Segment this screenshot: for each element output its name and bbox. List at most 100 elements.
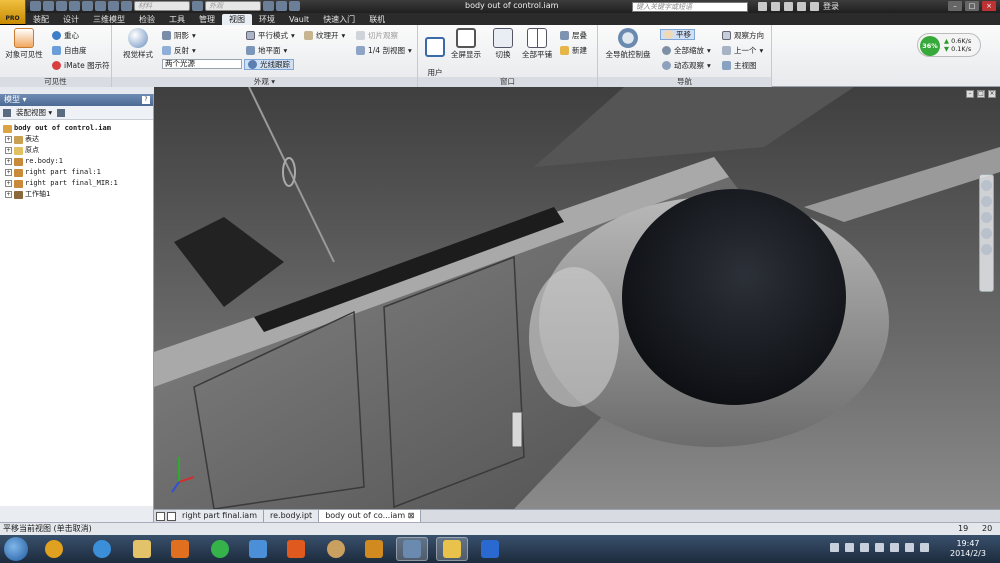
lighting-style-select[interactable]: 两个光源: [162, 59, 242, 69]
volume-icon[interactable]: [905, 543, 914, 552]
tab-online[interactable]: 联机: [362, 14, 392, 25]
taskbar-app[interactable]: [126, 537, 158, 561]
network-speed-widget[interactable]: 36% ▲ 0.6K/s ▼ 0.1K/s: [917, 33, 981, 57]
filter-icon[interactable]: [3, 108, 11, 117]
open-icon[interactable]: [43, 1, 54, 11]
network-icon[interactable]: [860, 543, 869, 552]
appearance-combo[interactable]: 外观: [205, 1, 261, 11]
viewport-close-button[interactable]: ×: [988, 90, 996, 98]
previous-view-button[interactable]: 上一个 ▾: [722, 45, 763, 56]
select-icon[interactable]: [95, 1, 106, 11]
expand-icon[interactable]: +: [5, 169, 12, 176]
expand-icon[interactable]: +: [5, 191, 12, 198]
language-icon[interactable]: [920, 543, 929, 552]
graphics-viewport[interactable]: – □ ×: [154, 87, 1000, 509]
tab-environment[interactable]: 环境: [252, 14, 282, 25]
tree-item-origin[interactable]: + 原点: [3, 145, 153, 156]
taskbar-app[interactable]: [164, 537, 196, 561]
tab-3d-model[interactable]: 三维模型: [86, 14, 132, 25]
ground-plane-button[interactable]: 地平面 ▾: [246, 45, 287, 56]
monitor-icon[interactable]: [890, 543, 899, 552]
tree-item-right-part-final[interactable]: + right part final:1: [3, 167, 153, 178]
slice-graphics-button[interactable]: 切片观察: [356, 30, 398, 41]
viewport-minimize-button[interactable]: –: [966, 90, 974, 98]
list-layout-icon[interactable]: [167, 511, 176, 521]
new-window-button[interactable]: 新建: [560, 45, 587, 56]
tray-icon[interactable]: [845, 543, 854, 552]
visual-style-button[interactable]: 视觉样式: [118, 28, 158, 59]
view-face-button[interactable]: 观察方向: [722, 30, 764, 41]
taskbar-app[interactable]: [280, 537, 312, 561]
switch-window-button[interactable]: 切换: [490, 28, 516, 59]
add-icon[interactable]: [289, 1, 300, 11]
cascade-button[interactable]: 层叠: [560, 30, 587, 41]
orbit-nav-icon[interactable]: [981, 228, 992, 239]
new-icon[interactable]: [30, 1, 41, 11]
search-input[interactable]: 键入关键字或短语: [632, 2, 748, 12]
help-icon[interactable]: ?: [142, 96, 150, 104]
tab-vault[interactable]: Vault: [282, 14, 316, 25]
view-combo[interactable]: 装配视图 ▾: [16, 107, 52, 118]
doc-tab-re-body[interactable]: re.body.ipt: [263, 510, 320, 522]
expand-icon[interactable]: +: [5, 158, 12, 165]
flag-icon[interactable]: [875, 543, 884, 552]
parallel-mode-button[interactable]: 平行模式 ▾: [246, 30, 295, 41]
tree-item-right-part-final-mir[interactable]: + right part final_MIR:1: [3, 178, 153, 189]
object-visibility-button[interactable]: 对象可见性: [4, 28, 44, 59]
clear-icon[interactable]: [276, 1, 287, 11]
maximize-button[interactable]: □: [965, 1, 979, 11]
star-icon[interactable]: [797, 2, 806, 11]
center-of-gravity-button[interactable]: 重心: [52, 30, 79, 41]
tab-manage[interactable]: 管理: [192, 14, 222, 25]
tray-icon[interactable]: [830, 543, 839, 552]
taskbar-app[interactable]: [86, 537, 118, 561]
taskbar-app[interactable]: [242, 537, 274, 561]
look-at-icon[interactable]: [981, 244, 992, 255]
find-icon[interactable]: [57, 108, 66, 117]
redo-icon[interactable]: [82, 1, 93, 11]
login-link[interactable]: 登录: [823, 1, 839, 12]
minimize-button[interactable]: –: [948, 1, 962, 11]
tree-item-work-axis[interactable]: + 工作轴1: [3, 189, 153, 200]
ray-tracing-button[interactable]: 光线跟踪: [244, 59, 294, 70]
browser-header[interactable]: 模型 ▾ ?: [0, 94, 153, 106]
inventor-logo-button[interactable]: PRO: [0, 0, 26, 24]
imate-glyph-button[interactable]: iMate 图示符: [52, 60, 110, 71]
exchange-icon[interactable]: [784, 2, 793, 11]
tab-close-icon[interactable]: ⊠: [408, 511, 415, 520]
tab-tools[interactable]: 工具: [162, 14, 192, 25]
tree-item-re-body[interactable]: + re.body:1: [3, 156, 153, 167]
viewport-restore-button[interactable]: □: [977, 90, 985, 98]
tree-root[interactable]: body out of control.iam: [3, 123, 153, 134]
close-button[interactable]: ×: [982, 1, 996, 11]
texture-on-button[interactable]: 纹理开 ▾: [304, 30, 345, 41]
expand-icon[interactable]: +: [5, 180, 12, 187]
return-icon[interactable]: [108, 1, 119, 11]
doc-tab-right-part-final[interactable]: right part final.iam: [176, 510, 264, 522]
taskbar-app[interactable]: [358, 537, 390, 561]
taskbar-app[interactable]: [396, 537, 428, 561]
tab-design[interactable]: 设计: [56, 14, 86, 25]
tree-item-representations[interactable]: + 表达: [3, 134, 153, 145]
taskbar-app[interactable]: [474, 537, 506, 561]
taskbar-app[interactable]: [204, 537, 236, 561]
expand-icon[interactable]: +: [5, 147, 12, 154]
tab-getting-started[interactable]: 快速入门: [316, 14, 362, 25]
binoculars-icon[interactable]: [758, 2, 767, 11]
tile-all-button[interactable]: 全部平铺: [518, 28, 556, 59]
orbit-button[interactable]: 动态观察 ▾: [662, 60, 711, 71]
expand-icon[interactable]: +: [5, 136, 12, 143]
tools-icon[interactable]: [771, 2, 780, 11]
full-navigation-wheel-button[interactable]: 全导航控制盘: [602, 28, 654, 59]
taskbar-app[interactable]: [320, 537, 352, 561]
material-combo[interactable]: 材料: [134, 1, 190, 11]
steering-wheel-icon[interactable]: [981, 180, 992, 191]
start-button[interactable]: [4, 537, 28, 561]
taskbar-app[interactable]: [38, 537, 70, 561]
shadows-button[interactable]: 阴影 ▾: [162, 30, 196, 41]
doc-tab-body-out-of-control[interactable]: body out of co...iam ⊠: [319, 510, 422, 522]
user-icon[interactable]: [810, 2, 819, 11]
adjust-icon[interactable]: [263, 1, 274, 11]
full-screen-button[interactable]: 全屏显示: [448, 28, 484, 59]
zoom-all-button[interactable]: 全部缩放 ▾: [662, 45, 711, 56]
